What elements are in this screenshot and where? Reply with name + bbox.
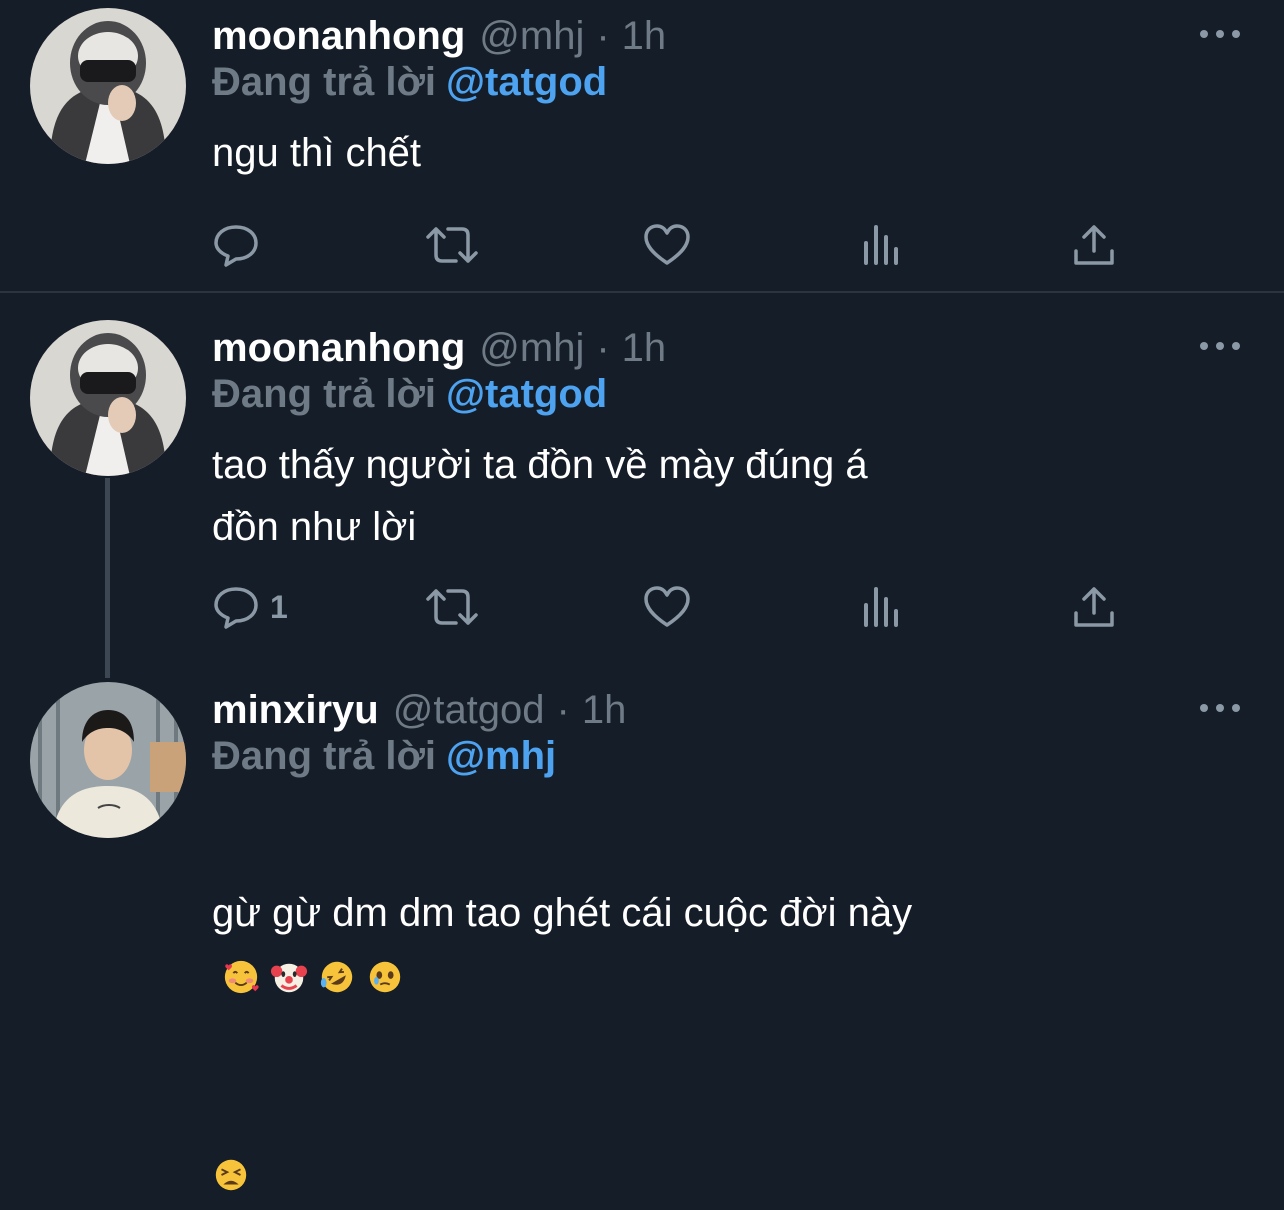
replying-label: Đang trả lời	[212, 372, 437, 416]
author-name[interactable]: minxiryu	[212, 688, 379, 733]
more-icon[interactable]	[1200, 700, 1240, 716]
tweet-header: moonanhong @mhj · 1h	[212, 326, 666, 376]
analytics-button[interactable]	[860, 582, 904, 632]
smiling-face-with-hearts-icon	[224, 960, 259, 994]
timestamp[interactable]: 1h	[622, 326, 667, 371]
replying-to: Đang trả lời @mhj	[212, 734, 556, 779]
separator-dot: ·	[556, 688, 570, 732]
like-icon	[644, 586, 690, 627]
tweet-header: moonanhong @mhj · 1h	[212, 14, 666, 64]
tweet-text-block: gừ gừ dm dm tao ghét cái cuộc đời này	[212, 814, 1252, 1210]
more-icon[interactable]	[1200, 338, 1240, 354]
timestamp[interactable]: 1h	[582, 688, 627, 733]
mention-link[interactable]: @tatgod	[446, 372, 607, 416]
share-button[interactable]	[1072, 582, 1116, 632]
reply-count: 1	[270, 588, 288, 625]
mention-link[interactable]: @mhj	[446, 734, 556, 778]
like-icon	[644, 224, 690, 265]
analytics-button[interactable]	[860, 220, 904, 270]
clown-face-icon	[270, 963, 308, 993]
replying-to: Đang trả lời @tatgod	[212, 372, 607, 417]
tweet-3[interactable]: minxiryu @tatgod · 1h Đang trả lời @mhj g…	[0, 682, 1284, 1191]
action-bar: 1	[212, 582, 1132, 632]
reply-button[interactable]: 1	[212, 582, 288, 632]
avatar[interactable]	[30, 682, 186, 838]
mention-link[interactable]: @tatgod	[446, 60, 607, 104]
analytics-icon	[864, 587, 898, 627]
tweet-text: tao thấy người ta đồn về mày đúng á đồn …	[212, 443, 868, 549]
replying-label: Đang trả lời	[212, 60, 437, 104]
retweet-icon	[426, 589, 478, 625]
tweet-text: gừ gừ dm dm tao ghét cái cuộc đời này	[212, 891, 913, 935]
more-icon[interactable]	[1200, 26, 1240, 42]
tired-face-icon	[215, 1159, 247, 1191]
masked-person-avatar-icon	[30, 8, 186, 164]
tweet-header: minxiryu @tatgod · 1h	[212, 688, 626, 738]
share-icon	[1074, 225, 1114, 265]
separator-dot: ·	[596, 326, 610, 370]
face-holding-back-tears-icon	[369, 961, 401, 993]
young-man-avatar-icon	[30, 682, 186, 838]
masked-person-avatar-icon	[30, 320, 186, 476]
analytics-icon	[864, 225, 898, 265]
author-handle[interactable]: @tatgod	[393, 688, 545, 733]
retweet-button[interactable]	[424, 582, 480, 632]
replying-label: Đang trả lời	[212, 734, 437, 778]
avatar[interactable]	[30, 8, 186, 164]
like-button[interactable]	[642, 582, 692, 632]
separator-dot: ·	[596, 14, 610, 58]
author-handle[interactable]: @mhj	[479, 326, 584, 371]
author-handle[interactable]: @mhj	[479, 14, 584, 59]
tweet-divider	[0, 291, 1284, 293]
rolling-on-floor-laughing-icon	[320, 961, 353, 993]
tweet-text: ngu thì chết	[212, 131, 422, 175]
retweet-button[interactable]	[424, 220, 480, 270]
replying-to: Đang trả lời @tatgod	[212, 60, 607, 105]
share-icon	[1074, 587, 1114, 627]
reply-icon	[214, 587, 258, 629]
author-name[interactable]: moonanhong	[212, 326, 465, 371]
retweet-icon	[426, 227, 478, 263]
avatar[interactable]	[30, 320, 186, 476]
reply-icon	[214, 225, 258, 267]
tweet-1[interactable]: moonanhong @mhj · 1h Đang trả lời @tatgod…	[0, 8, 1284, 288]
reply-button[interactable]	[212, 220, 270, 270]
action-bar	[212, 220, 1132, 270]
timestamp[interactable]: 1h	[622, 14, 667, 59]
like-button[interactable]	[642, 220, 692, 270]
tweet-2[interactable]: moonanhong @mhj · 1h Đang trả lời @tatgod…	[0, 320, 1284, 660]
share-button[interactable]	[1072, 220, 1116, 270]
author-name[interactable]: moonanhong	[212, 14, 465, 59]
